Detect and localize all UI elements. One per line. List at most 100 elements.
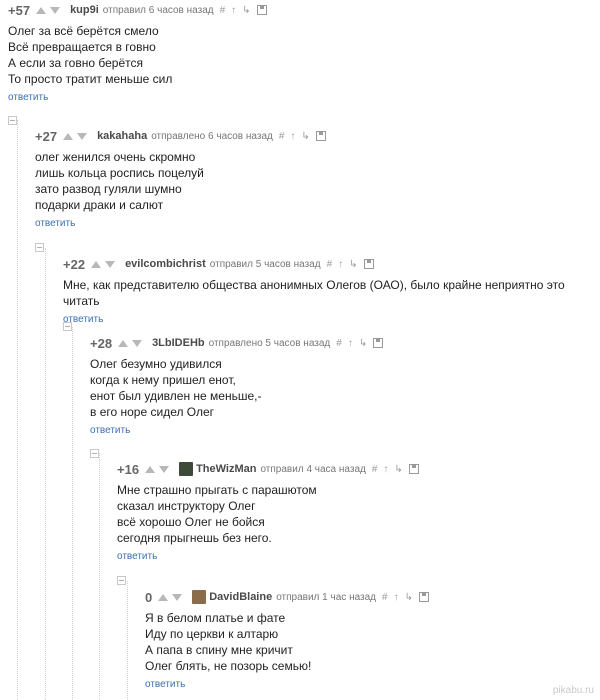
comment-line: А если за говно берётся: [8, 56, 143, 70]
thread-branch-line: [99, 453, 101, 700]
comment-rating: +27: [35, 128, 58, 144]
comment-2: +27 kakahaha отправлено 6 часов назад # ↑ ↳ ол…: [35, 126, 600, 231]
comment-header: +27 kakahaha отправлено 6 часов назад # ↑ ↳: [35, 126, 600, 146]
author-name[interactable]: 3LbIDEHb: [152, 337, 205, 349]
comment-text: Мне страшно прыгать с парашютом сказал ин…: [117, 482, 600, 546]
reply-link[interactable]: ответить: [35, 218, 75, 229]
thumb-down-icon[interactable]: [132, 339, 143, 347]
author-name[interactable]: kup9i: [70, 4, 99, 16]
reply-arrow-icon[interactable]: ↳: [242, 5, 250, 16]
comment-4: +28 3LbIDEHb отправлено 5 часов назад # ↑ ↳ Ол…: [90, 333, 600, 438]
reply-link[interactable]: ответить: [8, 92, 48, 103]
save-icon[interactable]: [373, 338, 384, 348]
comment-timestamp: отправлено 5 часов назад: [208, 337, 331, 349]
comment-timestamp: отправил 1 час назад: [276, 591, 377, 603]
collapse-toggle[interactable]: [8, 116, 17, 125]
thumb-up-icon[interactable]: [91, 260, 102, 268]
comment-line: олег женился очень скромно: [35, 150, 196, 164]
comment-line: подарки драки и салют: [35, 198, 164, 212]
comment-header: +16 TheWizMan отправил 4 часа назад # ↑ ↳: [117, 459, 600, 479]
thumb-up-icon[interactable]: [63, 132, 74, 140]
author-name[interactable]: DavidBlaine: [209, 591, 272, 603]
arrow-up-icon[interactable]: ↑: [338, 259, 343, 270]
comment-line: Олег за всё берётся смело: [8, 24, 159, 38]
arrow-up-icon[interactable]: ↑: [231, 5, 236, 16]
hash-icon[interactable]: #: [220, 5, 226, 16]
comment-text: Мне, как представителю общества анонимны…: [63, 277, 600, 309]
reply-link[interactable]: ответить: [117, 551, 157, 562]
comment-line: когда к нему пришел енот,: [90, 373, 236, 387]
thumb-down-icon[interactable]: [159, 465, 170, 473]
collapse-toggle[interactable]: [63, 322, 72, 331]
comment-timestamp: отправил 6 часов назад: [102, 4, 214, 16]
comment-5: +16 TheWizMan отправил 4 часа назад # ↑ ↳ Мне …: [117, 459, 600, 564]
comment-text: олег женился очень скромно лишь кольца ро…: [35, 149, 600, 213]
comment-timestamp: отправлено 6 часов назад: [151, 130, 273, 142]
save-icon[interactable]: [363, 259, 374, 269]
comment-line: Олег блять, не позорь семью!: [145, 659, 312, 673]
reply-arrow-icon[interactable]: ↳: [301, 131, 309, 142]
comment-line: сегодня прыгнешь без него.: [117, 531, 272, 545]
comment-rating: +57: [8, 2, 31, 18]
collapse-toggle[interactable]: [35, 243, 44, 252]
arrow-up-icon[interactable]: ↑: [348, 338, 353, 349]
thumb-up-icon[interactable]: [36, 6, 47, 14]
avatar: [179, 462, 194, 476]
comment-line: зато развод гуляли шумно: [35, 182, 182, 196]
comment-text: Олег безумно удивился когда к нему пришел…: [90, 356, 600, 420]
thumb-down-icon[interactable]: [50, 6, 61, 14]
comment-line: Иду по церкви к алтарю: [145, 627, 279, 641]
save-icon[interactable]: [408, 464, 419, 474]
hash-icon[interactable]: #: [336, 338, 342, 349]
comment-line: Я в белом платье и фате: [145, 611, 286, 625]
comment-6: 0 DavidBlaine отправил 1 час назад # ↑ ↳ Я в б…: [145, 587, 600, 692]
hash-icon[interactable]: #: [372, 464, 378, 475]
save-icon[interactable]: [256, 5, 267, 15]
comment-header: +57 kup9i отправил 6 часов назад # ↑ ↳: [8, 0, 600, 20]
arrow-up-icon[interactable]: ↑: [290, 131, 295, 142]
comment-line: Всё превращается в говно: [8, 40, 156, 54]
comment-line: Мне страшно прыгать с парашютом: [117, 483, 317, 497]
comment-text: Олег за всё берётся смело Всё превращаетс…: [8, 23, 600, 87]
thumb-up-icon[interactable]: [145, 465, 156, 473]
comment-3: +22 evilcombichrist отправил 5 часов назад…: [63, 254, 600, 327]
comment-timestamp: отправил 4 часа назад: [260, 463, 366, 475]
hash-icon[interactable]: #: [382, 592, 388, 603]
comment-header: +28 3LbIDEHb отправлено 5 часов назад # ↑ ↳: [90, 333, 600, 353]
hash-icon[interactable]: #: [327, 259, 333, 270]
comment-line: Олег безумно удивился: [90, 357, 222, 371]
collapse-toggle[interactable]: [117, 576, 126, 585]
comment-header: +22 evilcombichrist отправил 5 часов назад…: [63, 254, 600, 274]
collapse-toggle[interactable]: [90, 449, 99, 458]
comment-line: всё хорошо Олег не бойся: [117, 515, 265, 529]
comment-line: лишь кольца роспись поцелуй: [35, 166, 204, 180]
reply-arrow-icon[interactable]: ↳: [405, 592, 413, 603]
thumb-up-icon[interactable]: [158, 593, 169, 601]
thumb-down-icon[interactable]: [105, 260, 116, 268]
avatar: [192, 590, 207, 604]
thread-branch-line: [17, 120, 19, 700]
comment-rating: 0: [145, 589, 153, 605]
comment-line: в его норе сидел Олег: [90, 405, 215, 419]
author-name[interactable]: TheWizMan: [196, 463, 256, 475]
comment-line: Мне, как представителю общества анонимны…: [63, 278, 565, 308]
watermark: pikabu.ru: [552, 685, 594, 696]
reply-arrow-icon[interactable]: ↳: [394, 464, 402, 475]
thumb-down-icon[interactable]: [172, 593, 183, 601]
thread-branch-line: [127, 581, 129, 700]
arrow-up-icon[interactable]: ↑: [394, 592, 399, 603]
arrow-up-icon[interactable]: ↑: [383, 464, 388, 475]
reply-link[interactable]: ответить: [145, 679, 185, 690]
author-name[interactable]: evilcombichrist: [125, 258, 206, 270]
hash-icon[interactable]: #: [279, 131, 285, 142]
thumb-down-icon[interactable]: [77, 132, 88, 140]
comment-1: +57 kup9i отправил 6 часов назад # ↑ ↳ Олег за…: [8, 0, 600, 105]
save-icon[interactable]: [418, 592, 429, 602]
save-icon[interactable]: [315, 131, 326, 141]
reply-link[interactable]: ответить: [90, 425, 130, 436]
author-name[interactable]: kakahaha: [97, 130, 147, 142]
reply-arrow-icon[interactable]: ↳: [349, 259, 357, 270]
thumb-up-icon[interactable]: [118, 339, 129, 347]
reply-arrow-icon[interactable]: ↳: [359, 338, 367, 349]
comment-line: сказал инструктору Олег: [117, 499, 256, 513]
